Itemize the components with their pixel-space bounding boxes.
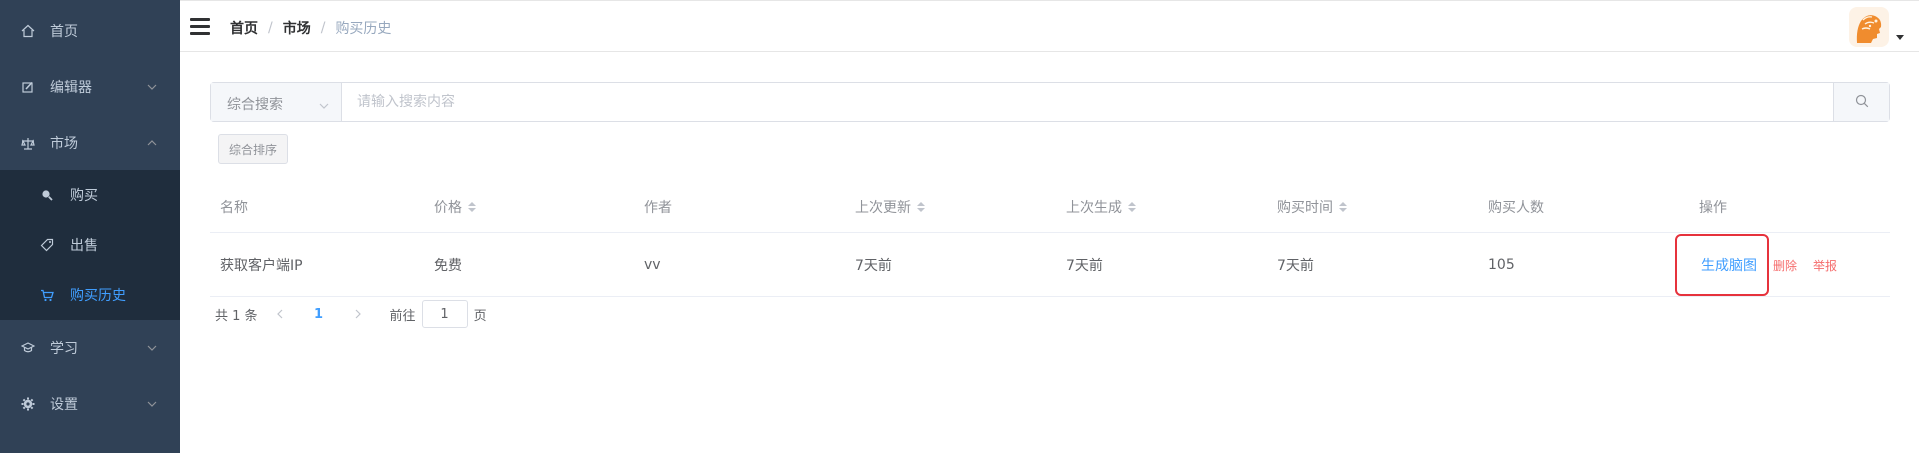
edit-icon [20, 79, 36, 95]
sidebar-item-label: 首页 [50, 24, 78, 40]
hamburger-menu-icon[interactable] [190, 18, 210, 36]
page-number[interactable]: 1 [304, 300, 334, 328]
sidebar-item-sell[interactable]: 出售 [0, 220, 180, 270]
sidebar-item-market[interactable]: 市场 [0, 115, 180, 171]
breadcrumb-market[interactable]: 市场 [283, 18, 311, 38]
sort-caret-icon[interactable] [468, 201, 476, 212]
column-header-author: 作者 [644, 199, 672, 216]
breadcrumb-separator: / [320, 20, 326, 36]
table-row: 获取客户端IP 免费 vv 7天前 7天前 7天前 105 生成脑图 删除 举报 [210, 233, 1890, 297]
chevron-down-icon [146, 398, 158, 410]
next-page-button[interactable] [346, 300, 370, 328]
navbar: 首页 / 市场 / 购买历史 [180, 0, 1919, 52]
sidebar-item-label: 设置 [50, 397, 78, 413]
cell-last-generate: 7天前 [1066, 258, 1103, 274]
column-header-actions: 操作 [1699, 199, 1727, 216]
sidebar-item-label: 学习 [50, 341, 78, 357]
sort-caret-icon[interactable] [1339, 201, 1347, 212]
column-header-name: 名称 [220, 199, 248, 216]
sidebar: 首页 编辑器 市场 购买 出售 购买历史 学习 设置 [0, 0, 180, 453]
avatar[interactable] [1849, 7, 1889, 47]
search-input[interactable] [342, 83, 1833, 121]
pagination-total: 共 1 条 [215, 308, 258, 324]
caret-down-icon[interactable] [1896, 35, 1904, 40]
sidebar-item-label: 出售 [70, 238, 98, 254]
report-link[interactable]: 举报 [1813, 233, 1837, 297]
sidebar-item-label: 购买历史 [70, 288, 126, 304]
scale-icon [20, 135, 36, 151]
cart-icon [40, 288, 54, 302]
column-header-purchase-time[interactable]: 购买时间 [1277, 180, 1347, 233]
prev-page-button[interactable] [268, 300, 292, 328]
search-bar: 综合搜索 [210, 82, 1890, 122]
breadcrumb: 首页 / 市场 / 购买历史 [230, 18, 391, 38]
sidebar-item-editor[interactable]: 编辑器 [0, 59, 180, 115]
breadcrumb-home[interactable]: 首页 [230, 18, 258, 38]
sidebar-item-settings[interactable]: 设置 [0, 376, 180, 432]
cell-last-update: 7天前 [855, 258, 892, 274]
app: 首页 编辑器 市场 购买 出售 购买历史 学习 设置 首页 / 市场 / 购买历… [0, 0, 1919, 453]
chevron-down-icon [146, 342, 158, 354]
highlight-box [1675, 234, 1769, 296]
column-header-last-update[interactable]: 上次更新 [855, 180, 925, 233]
search-type-label: 综合搜索 [227, 97, 283, 113]
chevron-down-icon [319, 97, 329, 113]
pagination: 共 1 条 1 前往 页 [215, 300, 487, 328]
graduation-icon [20, 340, 36, 356]
sort-button[interactable]: 综合排序 [218, 134, 288, 164]
sidebar-item-label: 编辑器 [50, 80, 92, 96]
sidebar-item-purchase-history[interactable]: 购买历史 [0, 270, 180, 320]
goto-label: 前往 [389, 308, 416, 324]
search-type-select[interactable]: 综合搜索 [211, 83, 342, 121]
column-header-last-generate[interactable]: 上次生成 [1066, 180, 1136, 233]
sidebar-item-label: 市场 [50, 136, 78, 152]
search-icon [1855, 93, 1869, 112]
purchase-history-table: 名称 价格 作者 上次更新 上次生成 购买时间 购买人数 操作 获取客户端IP … [210, 180, 1890, 297]
sidebar-item-buy[interactable]: 购买 [0, 170, 180, 220]
breadcrumb-separator: / [268, 20, 273, 36]
goto-page-input[interactable] [421, 300, 468, 328]
sidebar-item-home[interactable]: 首页 [0, 3, 180, 59]
delete-link[interactable]: 删除 [1773, 233, 1797, 297]
cell-price: 免费 [434, 258, 462, 274]
market-submenu: 购买 出售 购买历史 [0, 170, 180, 320]
table-header: 名称 价格 作者 上次更新 上次生成 购买时间 购买人数 操作 [210, 180, 1890, 233]
cell-buyers: 105 [1488, 257, 1515, 273]
search-button[interactable] [1833, 83, 1889, 121]
tag-icon [40, 238, 54, 252]
page-suffix: 页 [473, 308, 487, 324]
cell-name: 获取客户端IP [220, 258, 303, 274]
sidebar-item-label: 购买 [70, 188, 98, 204]
home-icon [20, 23, 36, 39]
column-header-price[interactable]: 价格 [434, 180, 476, 233]
chevron-down-icon [146, 81, 158, 93]
breadcrumb-current: 购买历史 [335, 21, 392, 37]
chevron-up-icon [146, 137, 158, 149]
cell-purchase-time: 7天前 [1277, 258, 1314, 274]
gear-icon [20, 396, 36, 412]
sidebar-item-learn[interactable]: 学习 [0, 320, 180, 376]
sort-caret-icon[interactable] [1128, 201, 1136, 212]
cell-author: vv [644, 257, 661, 273]
column-header-buyers: 购买人数 [1488, 199, 1544, 216]
sort-caret-icon[interactable] [917, 201, 925, 212]
search-icon [40, 188, 54, 202]
